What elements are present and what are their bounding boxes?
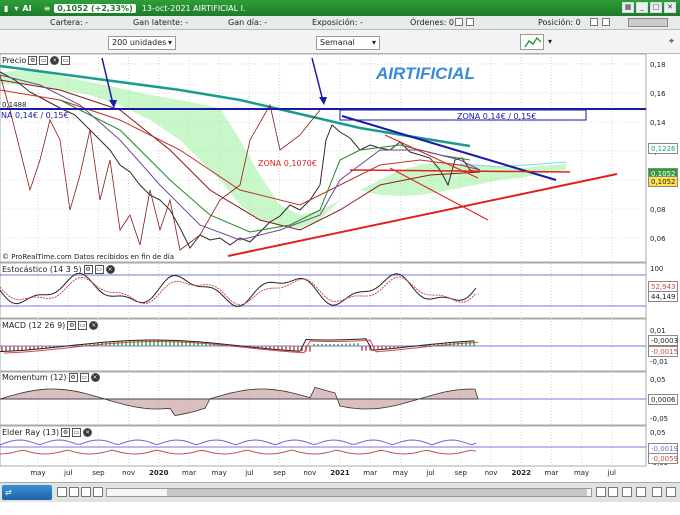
x-tick-label: mar: [544, 469, 558, 477]
y-tick-label: 0,14: [650, 119, 666, 127]
y-tick-label: 0,05: [650, 376, 666, 384]
grid-icon[interactable]: [69, 487, 79, 497]
x-tick-label: jul: [425, 469, 434, 477]
y-tick-label: 0,18: [650, 61, 666, 69]
price-tag-teal: 0,1226: [648, 143, 678, 154]
zona-mid-label: ZONA 0,1070€: [258, 159, 317, 168]
window-icon[interactable]: ▭: [94, 265, 104, 274]
flag-icon[interactable]: [81, 487, 91, 497]
momentum-title: Momentum (12): [2, 373, 67, 382]
x-tick-label: jul: [244, 469, 253, 477]
y-tick-label: 0,08: [650, 206, 666, 214]
close-icon[interactable]: ×: [105, 265, 115, 274]
wrench-icon[interactable]: ⚙: [68, 373, 78, 382]
close-icon[interactable]: ×: [83, 428, 93, 437]
fullscreen-icon[interactable]: [666, 487, 676, 497]
arrow-left-icon[interactable]: [93, 487, 103, 497]
x-tick-label: 2021: [330, 469, 350, 477]
window-icon[interactable]: ▭: [72, 428, 82, 437]
scroll-end-icon[interactable]: [608, 487, 618, 497]
zoom-out-icon[interactable]: [622, 487, 632, 497]
window-icon[interactable]: ▭: [78, 321, 88, 330]
x-tick-label: may: [212, 469, 227, 477]
price-panel-header: Precio ⚙ ▭ × ▭: [2, 55, 71, 66]
credit-text: © ProRealTime.com Datos recibidos en fin…: [2, 253, 174, 261]
close-icon[interactable]: ×: [90, 373, 100, 382]
price-panel-title: Precio: [2, 56, 27, 65]
arrow-right-head: [319, 97, 327, 105]
macd-tag-1: -0,0003: [648, 335, 678, 346]
macd-title: MACD (12 26 9): [2, 321, 66, 330]
price-chart-area[interactable]: AIRTIFICIAL ZONA 0,14€ / 0,15€ NA 0,14€ …: [0, 0, 680, 482]
zoom-in-icon[interactable]: [636, 487, 646, 497]
x-tick-label: may: [30, 469, 45, 477]
x-tick-label: may: [393, 469, 408, 477]
momentum-tag: 0,0006: [648, 394, 678, 405]
macd-tag-2: -0,0015: [648, 346, 678, 357]
bottom-toolbar: ⇄ Comparte ▾: [0, 482, 680, 512]
window-icon[interactable]: ▭: [61, 56, 71, 65]
x-tick-label: nov: [485, 469, 498, 477]
y-tick-label: 100: [650, 265, 663, 273]
y-tick-label: 0,16: [650, 90, 666, 98]
x-tick-label: 2022: [511, 469, 531, 477]
elder-bear-line: [0, 449, 477, 455]
momentum-area: [0, 386, 479, 417]
close-icon[interactable]: ×: [89, 321, 99, 330]
price-tag-close: 0,1052: [648, 176, 678, 187]
close-icon[interactable]: ×: [50, 56, 60, 65]
stoch-panel-header: Estocástico (14 3 5) ⚙ ▭ ×: [2, 264, 115, 275]
zoom-icon[interactable]: [57, 487, 67, 497]
momentum-panel-header: Momentum (12) ⚙ ▭ ×: [2, 372, 100, 383]
x-tick-label: may: [574, 469, 589, 477]
x-axis: may jul sep nov 2020 mar may jul sep nov 2021 mar ma…: [30, 469, 616, 477]
arrow-right-icon[interactable]: [596, 487, 606, 497]
elder-panel-header: Elder Ray (13) ⚙ ▭ ×: [2, 427, 93, 438]
watermark-title: AIRTIFICIAL: [375, 64, 475, 83]
y-tick-label: 0,06: [650, 235, 666, 243]
y-tick-label: 0,05: [650, 429, 666, 437]
elder-tag-2: -0,0059: [648, 453, 678, 464]
y-tick-label: -0,05: [650, 415, 668, 423]
ichimoku-cloud: [0, 70, 566, 228]
wrench-icon[interactable]: ⚙: [67, 321, 77, 330]
x-tick-label: sep: [455, 469, 468, 477]
x-tick-label: mar: [363, 469, 377, 477]
window-icon[interactable]: ▭: [79, 373, 89, 382]
time-scrollbar[interactable]: [106, 488, 592, 497]
level-label: 0,1488: [2, 101, 27, 109]
stoch-k-line: [0, 272, 477, 307]
macd-panel-header: MACD (12 26 9) ⚙ ▭ ×: [2, 320, 99, 331]
x-tick-label: mar: [182, 469, 196, 477]
y-axis: 0,180,160,140,120,100,080,061000,010-0,0…: [650, 61, 668, 467]
compare-button[interactable]: ⇄ Comparte ▾: [2, 485, 52, 512]
stoch-tag-k: 44,149: [648, 291, 678, 302]
x-tick-label: sep: [273, 469, 286, 477]
x-tick-label: nov: [303, 469, 316, 477]
window-icon[interactable]: ▭: [39, 56, 49, 65]
stoch-d-line: [0, 276, 477, 306]
elder-bull-line: [0, 439, 477, 446]
wrench-icon[interactable]: ⚙: [28, 56, 38, 65]
x-tick-label: nov: [122, 469, 135, 477]
x-tick-label: 2020: [149, 469, 169, 477]
zona-left-label: NA 0,14€ / 0,15€: [1, 111, 69, 120]
x-tick-label: jul: [63, 469, 72, 477]
y-tick-label: 0,01: [650, 327, 666, 335]
stoch-title: Estocástico (14 3 5): [2, 265, 82, 274]
zona-top-label: ZONA 0,14€ / 0,15€: [457, 112, 536, 121]
x-tick-label: jul: [607, 469, 616, 477]
elder-title: Elder Ray (13): [2, 428, 60, 437]
settings-icon[interactable]: [652, 487, 662, 497]
y-tick-label: -0,01: [650, 358, 668, 366]
wrench-icon[interactable]: ⚙: [83, 265, 93, 274]
x-tick-label: sep: [92, 469, 105, 477]
wrench-icon[interactable]: ⚙: [61, 428, 71, 437]
